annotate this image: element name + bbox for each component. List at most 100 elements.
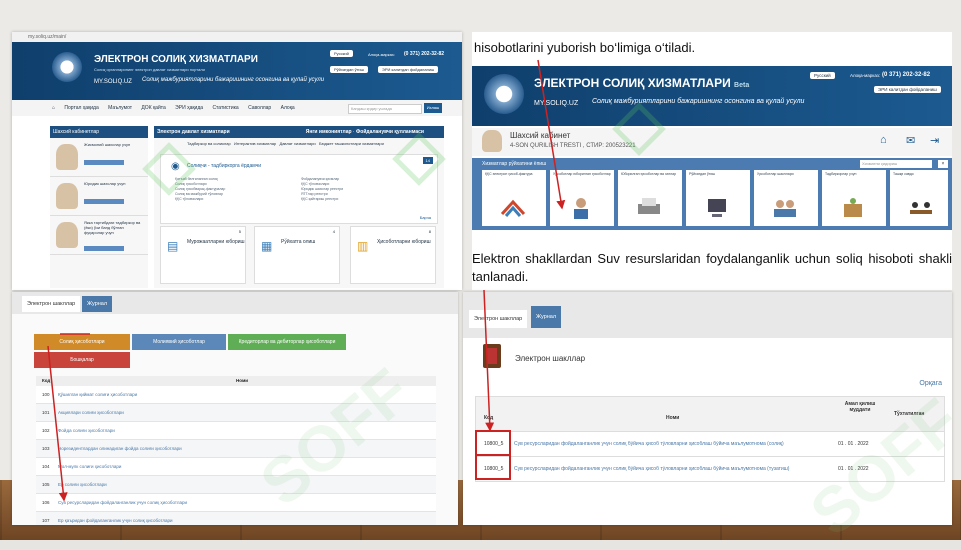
table-row[interactable]: 102 Фойда солиғи ҳисоботлари: [36, 422, 436, 440]
row-name-link[interactable]: Сув ресурсларидан фойдаланганлик учун со…: [514, 441, 824, 447]
tab-journal[interactable]: Журнал: [531, 306, 562, 328]
row-name-link[interactable]: Қўшилган қиймат солиғи ҳисоботлари: [58, 392, 137, 397]
tile-label: Юборилган ҳисоботлар ва хатлар: [621, 172, 677, 176]
table-row[interactable]: 10800_5 Сув ресурсларидан фойдаланганлик…: [475, 432, 945, 457]
user-guide-link[interactable]: Фойдаланувчи қулланмаси: [356, 129, 424, 135]
category-financial-reports[interactable]: Молиявий ҳисоботлар: [132, 334, 226, 350]
category-other[interactable]: Бошқалар: [34, 352, 130, 368]
row-code: 104: [42, 464, 50, 469]
cabinet-legal[interactable]: Юридик шахслар учун: [50, 177, 148, 216]
tab-entrepreneur[interactable]: Тадбиркор ва соликлар: [187, 141, 231, 146]
cabinet-login-button[interactable]: [84, 199, 124, 204]
table-row[interactable]: 100 Қўшилган қиймат солиғи ҳисоботлари: [36, 386, 436, 404]
table-row[interactable]: 107 Ер қаъридан фойдаланганлик учун солиқ…: [36, 512, 436, 525]
tab-electronic-forms[interactable]: Электрон шакллар: [469, 310, 528, 328]
ecp-key-button[interactable]: ЭРИ калитдан фойдаланиш: [378, 66, 439, 73]
card-appeals[interactable]: Мурожаатларни юбориш ▤ 5: [160, 226, 246, 284]
water-forms-table: Код Номи Амал қилиш муддати Тўхтатилган …: [475, 396, 945, 482]
service-search-input[interactable]: Хизматни қидириш: [860, 160, 932, 168]
assistant-more-link[interactable]: Барча: [420, 215, 431, 220]
nav-item-about[interactable]: Портал ҳақида: [64, 105, 98, 111]
row-name-link[interactable]: Сув ресурсларидан фойдаланганлик учун со…: [58, 500, 187, 505]
tab-budget[interactable]: Бюджет ташкилотлари хизматлари: [319, 141, 384, 146]
services-title: Электрон давлат хизматлари: [157, 129, 230, 135]
row-code: 101: [42, 410, 50, 415]
tab-electronic-forms[interactable]: Электрон шакллар: [22, 296, 81, 312]
cabinet-individual[interactable]: Жисмоний шахслар учун: [50, 138, 148, 177]
row-date: 01 . 01 . 2022: [838, 466, 869, 472]
row-name-link[interactable]: Норезидентлардан олинадиган фойда солиғи…: [58, 446, 182, 451]
logout-icon[interactable]: ⇥: [930, 134, 939, 147]
services-bar-toggle[interactable]: Хизматлар рўйхатини ёпиш: [482, 161, 546, 167]
main-nav: ⌂ Портал ҳақида Маълумот ДОК қайта ЭРИ ҳ…: [12, 100, 462, 116]
nav-item-doc[interactable]: ДОК қайта: [141, 105, 165, 111]
team-icon: [774, 200, 796, 217]
ecp-key-button[interactable]: ЭРИ калитдан фойдаланиш: [874, 86, 941, 93]
phone-number: (0 371) 202-32-82: [404, 51, 445, 57]
nav-item-contact[interactable]: Алоқа: [281, 105, 295, 111]
portal-subtitle: Солиқ органларининг электрон давлат хизм…: [94, 67, 205, 72]
row-name-link[interactable]: Фойда солиғи ҳисоботлари: [58, 428, 115, 433]
category-credit-reports[interactable]: Кредиторлар ва дебиторлар ҳисоботлари: [228, 334, 346, 350]
row-code: 100: [42, 392, 50, 397]
search-button[interactable]: Излаш: [424, 103, 442, 113]
cabinet-login-button[interactable]: [84, 160, 124, 165]
row-name-link[interactable]: Акциялари солиғи ҳисоботлари: [58, 410, 124, 415]
tile-registration[interactable]: Рўйхатдан ўтиш: [686, 170, 750, 226]
home-icon[interactable]: ⌂: [880, 134, 887, 146]
mail-icon[interactable]: ✉: [906, 134, 915, 147]
tile-reports[interactable]: Ҳисоботлар юборилган ҳисоботлар: [550, 170, 614, 226]
table-row[interactable]: 105 Ер солиғи ҳисоботлари: [36, 476, 436, 494]
language-button[interactable]: Русский: [810, 72, 835, 79]
table-row[interactable]: 103 Норезидентлардан олинадиган фойда сол…: [36, 440, 436, 458]
row-name-link[interactable]: Сув ресурсларидан фойдаланганлик учун со…: [514, 466, 824, 472]
nav-item-faq[interactable]: Саволлар: [248, 105, 271, 111]
portal-title-text: ЭЛЕКТРОН СОЛИҚ ХИЗМАТЛАРИ: [534, 76, 731, 90]
list-item[interactable]: ҚҚС қайтариш реестри: [301, 197, 343, 202]
table-row[interactable]: 106 Сув ресурсларидан фойдаланганлик учун…: [36, 494, 436, 512]
tile-trade[interactable]: Ташқи савдо: [890, 170, 948, 226]
row-code: 103: [42, 446, 50, 451]
nav-item-ecp[interactable]: ЭРИ ҳақида: [175, 105, 203, 111]
tile-forms[interactable]: Ҳисоботлар шакллари: [754, 170, 818, 226]
service-tiles: ҚҚС электрон ҳисоб-фактура Ҳисоботлар юб…: [472, 170, 952, 230]
col-end: Тўхтатилган: [894, 411, 925, 417]
search-input[interactable]: Кандаш қидир ушгада: [348, 104, 422, 114]
phone-label: Алоқа-марказ:: [850, 73, 881, 78]
tab-state[interactable]: Давлат хизматлари: [279, 141, 315, 146]
new-features-link[interactable]: Янги имкониятлар: [306, 129, 352, 135]
card-reports[interactable]: Ҳисоботларни юбориш ▥ 8: [350, 226, 436, 284]
language-button[interactable]: Русский: [330, 50, 353, 57]
back-link[interactable]: Орқага: [919, 380, 942, 387]
cabinet-entrepreneur[interactable]: Якка тартибдаги тадбиркор ва (ёки) ўзи б…: [50, 216, 148, 255]
phone-label: Алоқа-марказ:: [368, 52, 395, 57]
card-registration[interactable]: Рўйхатга олиш ▦ 4: [254, 226, 340, 284]
nav-item-info[interactable]: Маълумот: [108, 105, 132, 111]
table-row[interactable]: 10800_5 Сув ресурсларидан фойдаланганлик…: [475, 457, 945, 482]
tile-sent[interactable]: Юборилган ҳисоботлар ва хатлар: [618, 170, 682, 226]
card-count: 4: [332, 229, 335, 234]
services-right[interactable]: Янги имкониятлар · Фойдаланувчи қулланма…: [306, 129, 424, 135]
row-code: 105: [42, 482, 50, 487]
category-tax-reports[interactable]: Солиқ ҳисоботлари: [34, 334, 130, 350]
nav-item-stats[interactable]: Статистика: [212, 105, 238, 111]
tab-journal[interactable]: Журнал: [82, 296, 113, 312]
cabinet-login-button[interactable]: [84, 246, 124, 251]
folder-icon: ▤: [167, 239, 179, 253]
row-name-link[interactable]: Ер қаъридан фойдаланганлик учун солиқ ҳи…: [58, 518, 173, 523]
register-button[interactable]: Рўйхатдан ўтиш: [330, 66, 368, 73]
home-icon[interactable]: ⌂: [52, 105, 55, 111]
list-item[interactable]: ҚҚС тўловчилари: [175, 197, 225, 202]
tile-entrepreneurs[interactable]: Тадбиркорлар учун: [822, 170, 886, 226]
table-row[interactable]: 101 Акциялари солиғи ҳисоботлари: [36, 404, 436, 422]
close-icon[interactable]: ×: [938, 160, 948, 168]
tab-bar: Электрон шакллар Журнал: [463, 292, 952, 338]
assistant-box[interactable]: ◉ Солиқчи - тадбиркорга ёрдамчи 14 Қатъи…: [160, 154, 438, 224]
row-name-link[interactable]: Ер солиғи ҳисоботлари: [58, 482, 107, 487]
row-name-link[interactable]: Мол-мулк солиғи ҳисоботлари: [58, 464, 121, 469]
table-row[interactable]: 104 Мол-мулк солиғи ҳисоботлари: [36, 458, 436, 476]
tile-invoice[interactable]: ҚҚС электрон ҳисоб-фактура: [482, 170, 546, 226]
avatar: [56, 144, 78, 170]
tab-interactive[interactable]: Интерактив хизматлар: [234, 141, 276, 146]
browser-url-bar[interactable]: my.soliq.uz/main/: [12, 32, 462, 42]
